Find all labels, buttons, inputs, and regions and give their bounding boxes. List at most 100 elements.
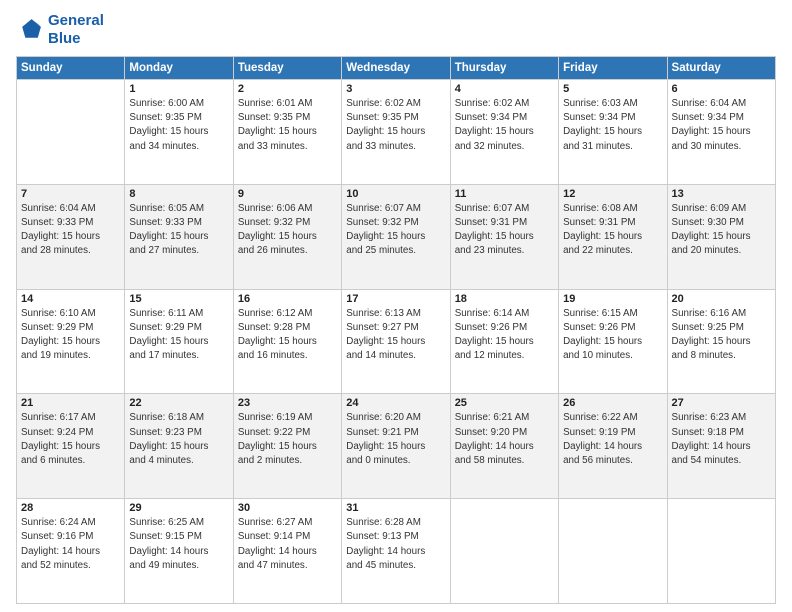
calendar-cell: 4 Sunrise: 6:02 AMSunset: 9:34 PMDaylight… xyxy=(450,80,558,185)
day-info: Sunrise: 6:24 AMSunset: 9:16 PMDaylight:… xyxy=(21,516,120,573)
calendar-cell: 31 Sunrise: 6:28 AMSunset: 9:13 PMDayligh… xyxy=(342,499,450,604)
calendar-table: SundayMondayTuesdayWednesdayThursdayFrid… xyxy=(16,56,776,604)
day-info: Sunrise: 6:06 AMSunset: 9:32 PMDaylight:… xyxy=(238,202,337,259)
day-header-sunday: Sunday xyxy=(17,57,125,80)
calendar-cell: 15Sunrise: 6:11 AMSunset: 9:29 PMDayligh… xyxy=(125,289,233,394)
day-info: Sunrise: 6:07 AMSunset: 9:32 PMDaylight:… xyxy=(346,202,445,259)
calendar-week-5: 28 Sunrise: 6:24 AMSunset: 9:16 PMDayligh… xyxy=(17,499,776,604)
day-header-wednesday: Wednesday xyxy=(342,57,450,80)
day-info: Sunrise: 6:19 AMSunset: 9:22 PMDaylight:… xyxy=(238,411,337,468)
day-info: Sunrise: 6:07 AMSunset: 9:31 PMDaylight:… xyxy=(455,202,554,259)
calendar-cell: 10 Sunrise: 6:07 AMSunset: 9:32 PMDayligh… xyxy=(342,184,450,289)
day-number: 5 xyxy=(563,83,662,95)
day-number: 24 xyxy=(346,397,445,409)
calendar-cell: 11Sunrise: 6:07 AMSunset: 9:31 PMDayligh… xyxy=(450,184,558,289)
calendar-cell xyxy=(559,499,667,604)
calendar-cell: 27 Sunrise: 6:23 AMSunset: 9:18 PMDayligh… xyxy=(667,394,775,499)
calendar-cell: 30 Sunrise: 6:27 AMSunset: 9:14 PMDayligh… xyxy=(233,499,341,604)
calendar-cell: 21 Sunrise: 6:17 AMSunset: 9:24 PMDayligh… xyxy=(17,394,125,499)
day-info: Sunrise: 6:17 AMSunset: 9:24 PMDaylight:… xyxy=(21,411,120,468)
day-number: 30 xyxy=(238,502,337,514)
day-number: 17 xyxy=(346,293,445,305)
day-info: Sunrise: 6:00 AMSunset: 9:35 PMDaylight:… xyxy=(129,97,228,154)
calendar-cell: 29Sunrise: 6:25 AMSunset: 9:15 PMDayligh… xyxy=(125,499,233,604)
day-info: Sunrise: 6:02 AMSunset: 9:34 PMDaylight:… xyxy=(455,97,554,154)
calendar-body: 1 Sunrise: 6:00 AMSunset: 9:35 PMDaylight… xyxy=(17,80,776,604)
calendar-cell: 6 Sunrise: 6:04 AMSunset: 9:34 PMDaylight… xyxy=(667,80,775,185)
day-header-tuesday: Tuesday xyxy=(233,57,341,80)
calendar-cell: 23 Sunrise: 6:19 AMSunset: 9:22 PMDayligh… xyxy=(233,394,341,499)
calendar-cell xyxy=(17,80,125,185)
calendar-cell: 3 Sunrise: 6:02 AMSunset: 9:35 PMDaylight… xyxy=(342,80,450,185)
day-number: 20 xyxy=(672,293,771,305)
day-info: Sunrise: 6:09 AMSunset: 9:30 PMDaylight:… xyxy=(672,202,771,259)
calendar-cell: 20 Sunrise: 6:16 AMSunset: 9:25 PMDayligh… xyxy=(667,289,775,394)
day-header-monday: Monday xyxy=(125,57,233,80)
calendar-cell xyxy=(667,499,775,604)
day-number: 26 xyxy=(563,397,662,409)
day-number: 13 xyxy=(672,188,771,200)
day-number: 3 xyxy=(346,83,445,95)
calendar-cell: 26 Sunrise: 6:22 AMSunset: 9:19 PMDayligh… xyxy=(559,394,667,499)
calendar-week-1: 1 Sunrise: 6:00 AMSunset: 9:35 PMDaylight… xyxy=(17,80,776,185)
day-info: Sunrise: 6:23 AMSunset: 9:18 PMDaylight:… xyxy=(672,411,771,468)
day-info: Sunrise: 6:10 AMSunset: 9:29 PMDaylight:… xyxy=(21,307,120,364)
day-info: Sunrise: 6:05 AMSunset: 9:33 PMDaylight:… xyxy=(129,202,228,259)
day-info: Sunrise: 6:02 AMSunset: 9:35 PMDaylight:… xyxy=(346,97,445,154)
calendar-cell: 5Sunrise: 6:03 AMSunset: 9:34 PMDaylight… xyxy=(559,80,667,185)
calendar-week-4: 21 Sunrise: 6:17 AMSunset: 9:24 PMDayligh… xyxy=(17,394,776,499)
day-info: Sunrise: 6:25 AMSunset: 9:15 PMDaylight:… xyxy=(129,516,228,573)
day-number: 10 xyxy=(346,188,445,200)
calendar-cell: 8 Sunrise: 6:05 AMSunset: 9:33 PMDaylight… xyxy=(125,184,233,289)
day-number: 2 xyxy=(238,83,337,95)
day-number: 27 xyxy=(672,397,771,409)
calendar-cell: 16 Sunrise: 6:12 AMSunset: 9:28 PMDayligh… xyxy=(233,289,341,394)
day-info: Sunrise: 6:18 AMSunset: 9:23 PMDaylight:… xyxy=(129,411,228,468)
calendar-cell: 17 Sunrise: 6:13 AMSunset: 9:27 PMDayligh… xyxy=(342,289,450,394)
day-info: Sunrise: 6:01 AMSunset: 9:35 PMDaylight:… xyxy=(238,97,337,154)
day-info: Sunrise: 6:12 AMSunset: 9:28 PMDaylight:… xyxy=(238,307,337,364)
day-header-friday: Friday xyxy=(559,57,667,80)
day-info: Sunrise: 6:22 AMSunset: 9:19 PMDaylight:… xyxy=(563,411,662,468)
page: General Blue SundayMondayTuesdayWednesda… xyxy=(0,0,792,612)
calendar-cell: 19Sunrise: 6:15 AMSunset: 9:26 PMDayligh… xyxy=(559,289,667,394)
day-info: Sunrise: 6:14 AMSunset: 9:26 PMDaylight:… xyxy=(455,307,554,364)
calendar-cell: 14 Sunrise: 6:10 AMSunset: 9:29 PMDayligh… xyxy=(17,289,125,394)
day-info: Sunrise: 6:04 AMSunset: 9:33 PMDaylight:… xyxy=(21,202,120,259)
day-info: Sunrise: 6:21 AMSunset: 9:20 PMDaylight:… xyxy=(455,411,554,468)
day-number: 6 xyxy=(672,83,771,95)
calendar-week-2: 7 Sunrise: 6:04 AMSunset: 9:33 PMDaylight… xyxy=(17,184,776,289)
day-info: Sunrise: 6:08 AMSunset: 9:31 PMDaylight:… xyxy=(563,202,662,259)
day-number: 14 xyxy=(21,293,120,305)
calendar-cell: 12Sunrise: 6:08 AMSunset: 9:31 PMDayligh… xyxy=(559,184,667,289)
day-number: 28 xyxy=(21,502,120,514)
day-number: 21 xyxy=(21,397,120,409)
day-number: 9 xyxy=(238,188,337,200)
day-header-thursday: Thursday xyxy=(450,57,558,80)
day-number: 22 xyxy=(129,397,228,409)
day-number: 31 xyxy=(346,502,445,514)
calendar-cell: 25Sunrise: 6:21 AMSunset: 9:20 PMDayligh… xyxy=(450,394,558,499)
calendar-cell: 28 Sunrise: 6:24 AMSunset: 9:16 PMDayligh… xyxy=(17,499,125,604)
day-number: 1 xyxy=(129,83,228,95)
calendar-cell: 1 Sunrise: 6:00 AMSunset: 9:35 PMDaylight… xyxy=(125,80,233,185)
day-number: 4 xyxy=(455,83,554,95)
header: General Blue xyxy=(16,12,776,48)
calendar-cell: 22 Sunrise: 6:18 AMSunset: 9:23 PMDayligh… xyxy=(125,394,233,499)
day-info: Sunrise: 6:13 AMSunset: 9:27 PMDaylight:… xyxy=(346,307,445,364)
day-info: Sunrise: 6:04 AMSunset: 9:34 PMDaylight:… xyxy=(672,97,771,154)
calendar-cell: 2 Sunrise: 6:01 AMSunset: 9:35 PMDaylight… xyxy=(233,80,341,185)
logo: General Blue xyxy=(16,12,104,48)
calendar-header-row: SundayMondayTuesdayWednesdayThursdayFrid… xyxy=(17,57,776,80)
day-number: 8 xyxy=(129,188,228,200)
day-info: Sunrise: 6:16 AMSunset: 9:25 PMDaylight:… xyxy=(672,307,771,364)
day-info: Sunrise: 6:28 AMSunset: 9:13 PMDaylight:… xyxy=(346,516,445,573)
calendar-cell: 7 Sunrise: 6:04 AMSunset: 9:33 PMDaylight… xyxy=(17,184,125,289)
day-number: 18 xyxy=(455,293,554,305)
day-number: 16 xyxy=(238,293,337,305)
day-info: Sunrise: 6:27 AMSunset: 9:14 PMDaylight:… xyxy=(238,516,337,573)
calendar-week-3: 14 Sunrise: 6:10 AMSunset: 9:29 PMDayligh… xyxy=(17,289,776,394)
day-number: 7 xyxy=(21,188,120,200)
calendar-cell: 9 Sunrise: 6:06 AMSunset: 9:32 PMDaylight… xyxy=(233,184,341,289)
day-number: 23 xyxy=(238,397,337,409)
